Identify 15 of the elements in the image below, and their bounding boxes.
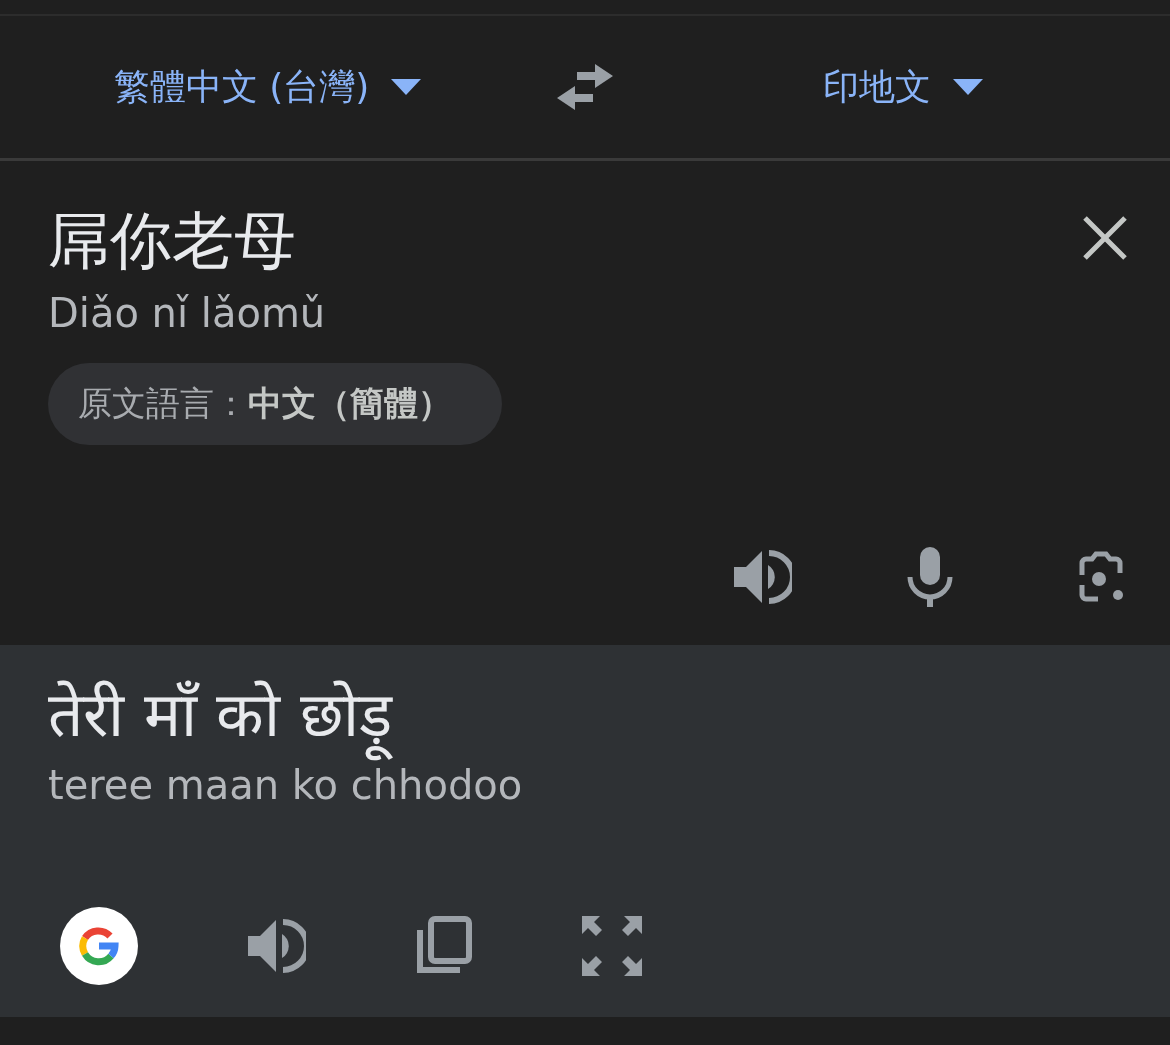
- translation-text: तेरी माँ को छोड़ू: [48, 667, 1130, 763]
- detected-language-chip[interactable]: 原文語言：中文（簡體）: [48, 363, 502, 445]
- caret-icon: [952, 79, 983, 95]
- caret-icon: [391, 79, 422, 95]
- swap-icon[interactable]: [555, 64, 615, 110]
- transliteration-text: teree maan ko chhodoo: [48, 761, 524, 810]
- romanization-text: Diǎo nǐ lǎomǔ: [48, 289, 326, 338]
- speaker-icon[interactable]: [732, 547, 792, 607]
- close-icon[interactable]: [1082, 215, 1128, 261]
- copy-icon[interactable]: [414, 916, 474, 976]
- speaker-icon[interactable]: [246, 916, 306, 976]
- source-text[interactable]: 屌你老母: [48, 201, 296, 281]
- fullscreen-icon[interactable]: [582, 916, 642, 976]
- target-language-button[interactable]: 印地文: [822, 62, 983, 112]
- source-language-button[interactable]: 繁體中文 (台灣): [113, 62, 422, 112]
